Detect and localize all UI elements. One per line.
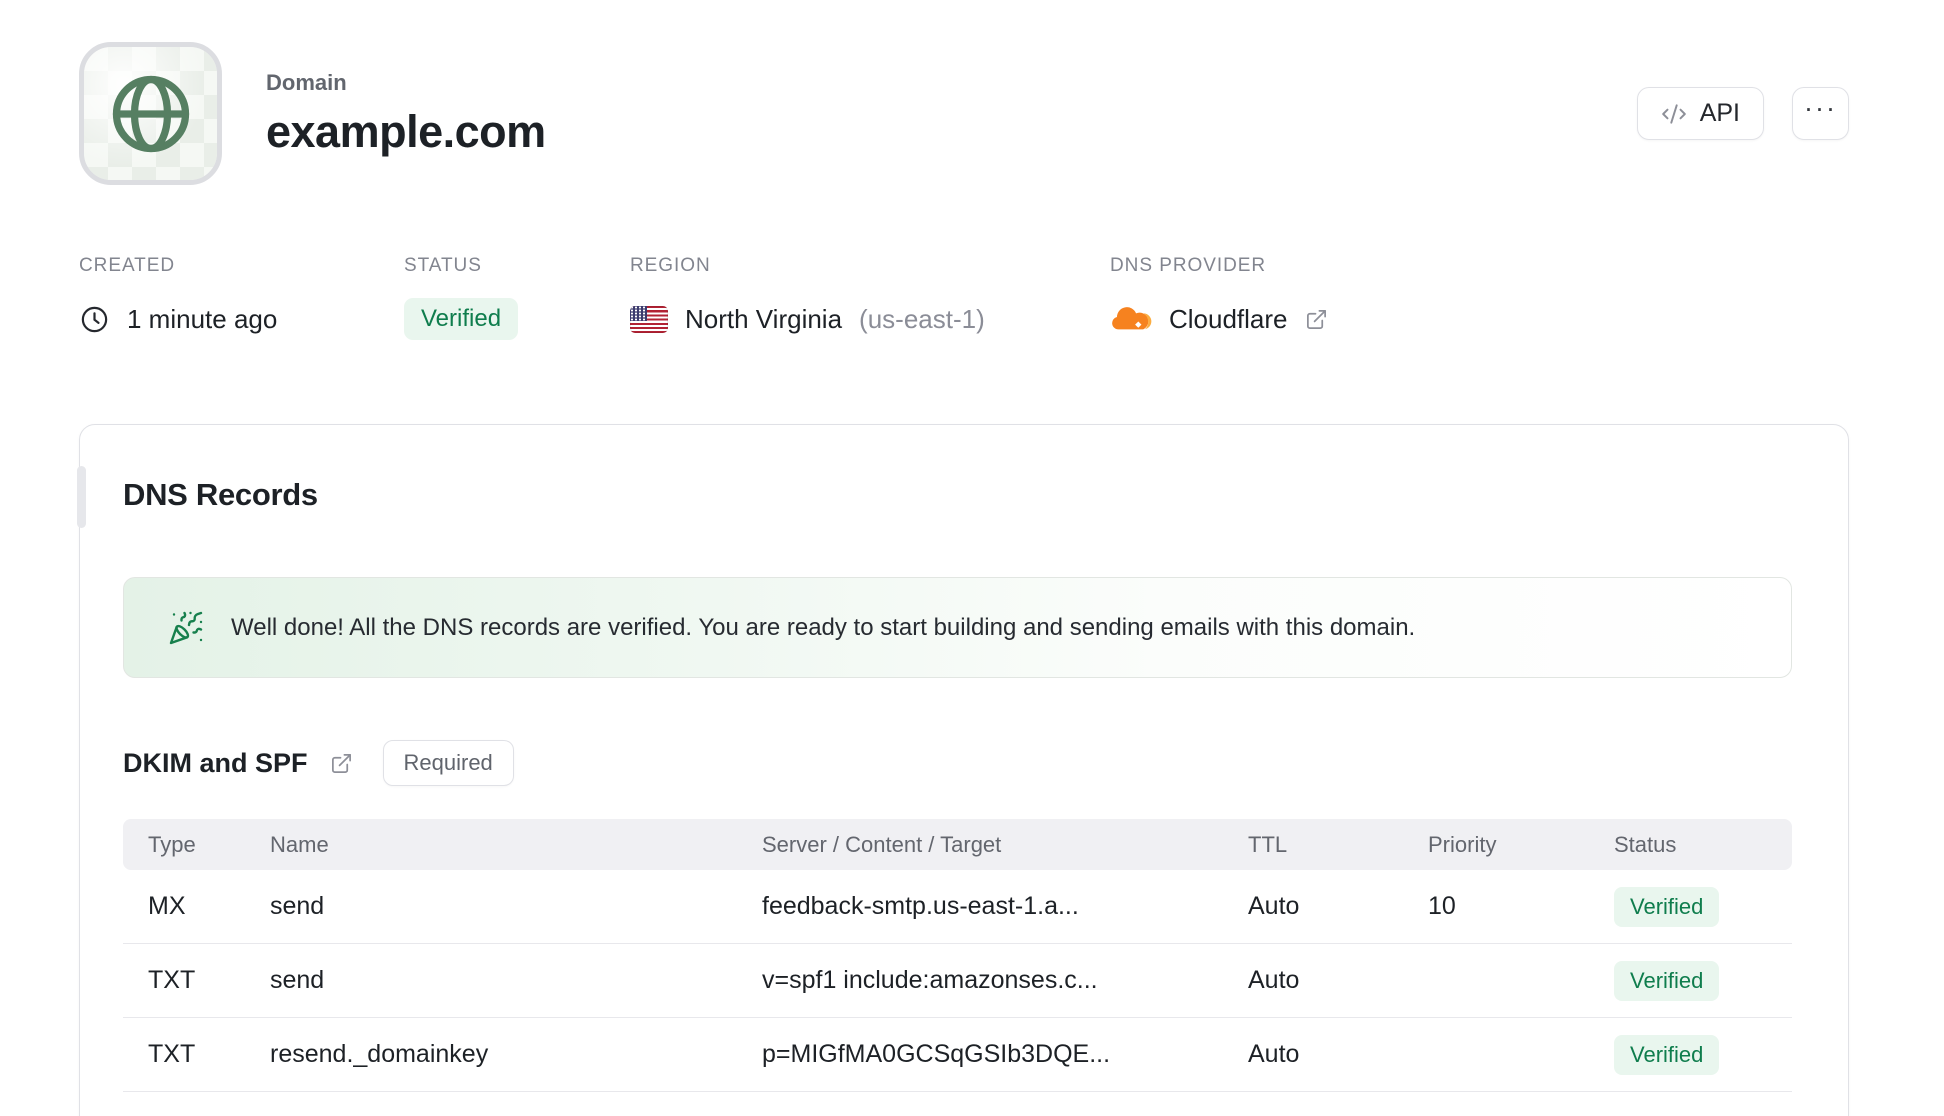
- region-value: North Virginia: [685, 303, 843, 334]
- dns-records-table: Type Name Server / Content / Target TTL …: [123, 819, 1792, 1092]
- table-row: MX send feedback-smtp.us-east-1.a... Aut…: [123, 870, 1792, 944]
- cloudflare-icon: [1110, 306, 1152, 333]
- col-header-priority: Priority: [1428, 831, 1497, 857]
- dns-records-card: DNS Records Well done! All the DNS recor…: [77, 424, 1849, 1116]
- api-button[interactable]: API: [1636, 87, 1764, 140]
- domain-detail-page: Domain example.com API ··· CREATED 1 min…: [0, 0, 1944, 1116]
- record-name: send: [270, 966, 325, 994]
- ellipsis-icon: ···: [1804, 93, 1837, 123]
- table-header-row: Type Name Server / Content / Target TTL …: [123, 819, 1792, 870]
- page-title: example.com: [266, 105, 546, 157]
- required-badge: Required: [382, 740, 514, 786]
- record-ttl: Auto: [1248, 1040, 1300, 1068]
- status-label: STATUS: [404, 255, 482, 276]
- record-status: Verified: [1614, 960, 1792, 1001]
- verified-badge: Verified: [1614, 886, 1720, 927]
- created-value: 1 minute ago: [127, 303, 278, 334]
- us-flag-icon: [630, 305, 668, 333]
- meta-status: STATUS Verified: [404, 255, 630, 341]
- region-label: REGION: [630, 255, 711, 276]
- record-name: resend._domainkey: [270, 1040, 489, 1068]
- table-row: TXT resend._domainkey p=MIGfMA0GCSqGSIb3…: [123, 1018, 1792, 1092]
- col-header-status: Status: [1614, 831, 1677, 857]
- page-header: Domain example.com API ···: [79, 42, 1849, 185]
- col-header-name: Name: [270, 831, 329, 857]
- api-button-label: API: [1699, 99, 1740, 127]
- record-status: Verified: [1614, 886, 1792, 927]
- col-header-content: Server / Content / Target: [762, 831, 1002, 857]
- record-ttl: Auto: [1248, 892, 1300, 920]
- meta-dns-provider: DNS PROVIDER Cloudflare: [1110, 255, 1328, 341]
- record-content: p=MIGfMA0GCSqGSIb3DQE...: [762, 1040, 1111, 1068]
- record-type: MX: [148, 892, 186, 920]
- meta-region: REGION North Virginia (us-east-1): [630, 255, 1110, 341]
- verified-badge: Verified: [1614, 1034, 1720, 1075]
- success-banner-text: Well done! All the DNS records are verif…: [231, 613, 1416, 641]
- region-code: (us-east-1): [859, 303, 985, 334]
- status-badge: Verified: [404, 298, 519, 340]
- col-header-ttl: TTL: [1248, 831, 1288, 857]
- header-actions: API ···: [1636, 87, 1849, 140]
- external-link-icon[interactable]: [1305, 308, 1328, 331]
- dkim-spf-section-head: DKIM and SPF Required: [123, 740, 1792, 786]
- verified-badge: Verified: [1614, 960, 1720, 1001]
- col-header-type: Type: [148, 831, 196, 857]
- card-title: DNS Records: [123, 477, 318, 512]
- created-label: CREATED: [79, 255, 176, 276]
- record-content: feedback-smtp.us-east-1.a...: [762, 892, 1079, 920]
- meta-created: CREATED 1 minute ago: [79, 255, 404, 341]
- card-accent-bar: [77, 466, 86, 528]
- header-text: Domain example.com: [266, 70, 546, 158]
- record-type: TXT: [148, 966, 196, 994]
- domain-eyebrow: Domain: [266, 69, 347, 95]
- more-options-button[interactable]: ···: [1792, 87, 1849, 140]
- code-icon: [1661, 101, 1687, 127]
- party-popper-icon: [168, 610, 204, 646]
- dkim-external-link-icon[interactable]: [330, 752, 353, 775]
- record-content: v=spf1 include:amazonses.c...: [762, 966, 1098, 994]
- globe-icon: [84, 47, 217, 180]
- domain-meta-row: CREATED 1 minute ago STATUS Verified REG…: [79, 255, 1849, 341]
- record-status: Verified: [1614, 1034, 1792, 1075]
- domain-identity: Domain example.com: [79, 42, 546, 185]
- success-banner: Well done! All the DNS records are verif…: [123, 577, 1792, 678]
- record-type: TXT: [148, 1040, 196, 1068]
- clock-icon: [79, 304, 110, 335]
- dkim-spf-title: DKIM and SPF: [123, 747, 308, 778]
- dns-provider-label: DNS PROVIDER: [1110, 255, 1267, 276]
- record-name: send: [270, 892, 325, 920]
- record-priority: 10: [1428, 892, 1456, 920]
- record-ttl: Auto: [1248, 966, 1300, 994]
- domain-avatar: [79, 42, 222, 185]
- table-row: TXT send v=spf1 include:amazonses.c... A…: [123, 944, 1792, 1018]
- dns-provider-value: Cloudflare: [1169, 303, 1288, 334]
